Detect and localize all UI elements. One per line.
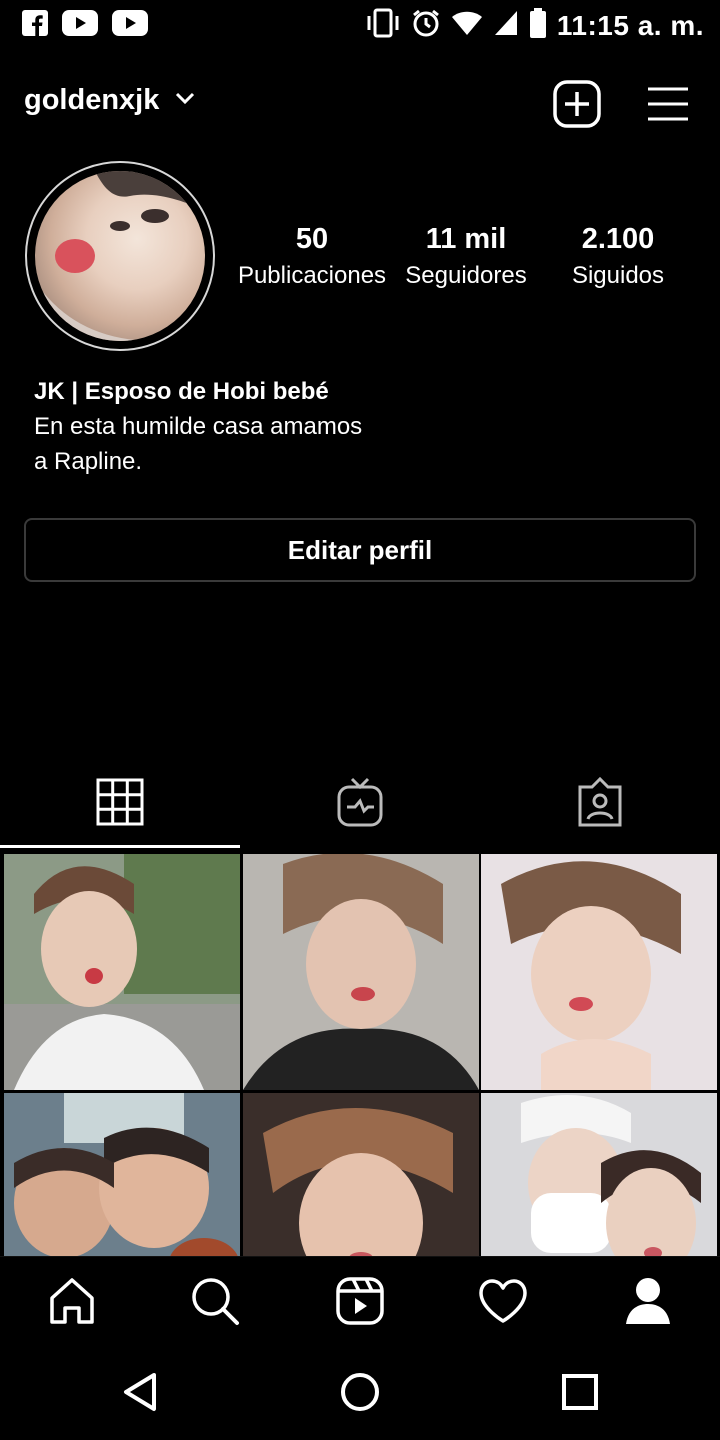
tab-grid[interactable]	[0, 760, 240, 848]
clock-time: 11:15 a. m.	[556, 9, 704, 41]
igtv-icon	[337, 777, 383, 832]
nav-home[interactable]	[42, 1275, 102, 1331]
edit-profile-button[interactable]: Editar perfil	[24, 518, 696, 582]
profile-tabs	[0, 760, 720, 848]
home-icon	[47, 1276, 97, 1331]
followers-label: Seguidores	[405, 262, 527, 289]
profile-icon	[624, 1276, 672, 1331]
heart-icon	[478, 1278, 528, 1329]
post-thumbnail[interactable]	[481, 1093, 717, 1256]
post-thumbnail[interactable]	[481, 854, 717, 1090]
vibrate-icon	[365, 8, 401, 43]
facebook-icon	[22, 10, 48, 41]
stat-followers[interactable]: 11 mil Seguidores	[396, 220, 536, 294]
stat-following[interactable]: 2.100 Siguidos	[556, 220, 680, 294]
system-recents-button[interactable]	[552, 1368, 608, 1420]
posts-count: 50	[295, 223, 329, 255]
system-home-button[interactable]	[332, 1368, 388, 1420]
following-count: 2.100	[581, 223, 655, 255]
menu-icon[interactable]	[646, 86, 690, 127]
system-back-button[interactable]	[112, 1368, 168, 1420]
account-switcher[interactable]: goldenxjk	[24, 84, 195, 117]
stat-posts[interactable]: 50 Publicaciones	[236, 220, 388, 294]
profile-header: goldenxjk	[0, 70, 720, 140]
post-thumbnail[interactable]	[243, 854, 479, 1090]
following-label: Siguidos	[571, 262, 665, 289]
tab-tagged[interactable]	[480, 760, 720, 848]
home-circle-icon	[339, 1371, 381, 1418]
add-post-icon[interactable]	[553, 80, 601, 133]
avatar	[35, 171, 205, 341]
back-icon	[120, 1371, 160, 1418]
nav-search[interactable]	[185, 1275, 245, 1331]
post-thumbnail[interactable]	[4, 1093, 240, 1256]
reels-icon	[335, 1276, 385, 1331]
profile-avatar-ring[interactable]	[25, 161, 215, 351]
post-thumbnail[interactable]	[243, 1093, 479, 1256]
bio-text-line: a Rapline.	[34, 448, 143, 475]
nav-reels[interactable]	[330, 1275, 390, 1331]
nav-activity[interactable]	[473, 1275, 533, 1331]
signal-icon	[493, 9, 519, 42]
search-icon	[190, 1276, 240, 1331]
bio-text-line: En esta humilde casa amamos	[34, 413, 363, 440]
bio-name: JK | Esposo de Hobi bebé	[34, 378, 329, 405]
tagged-icon	[576, 776, 624, 832]
status-bar: 11:15 a. m.	[0, 0, 720, 52]
youtube-icon	[62, 10, 98, 41]
posts-grid	[0, 851, 720, 1256]
posts-label: Publicaciones	[237, 262, 387, 289]
nav-profile[interactable]	[618, 1275, 678, 1331]
youtube-icon	[112, 10, 148, 41]
tab-igtv[interactable]	[240, 760, 480, 848]
battery-icon	[529, 8, 547, 43]
profile-bio: JK | Esposo de Hobi bebé En esta humilde…	[34, 374, 674, 479]
grid-icon	[96, 778, 144, 831]
followers-count: 11 mil	[425, 223, 507, 255]
chevron-down-icon	[175, 91, 195, 110]
username: goldenxjk	[24, 84, 160, 116]
alarm-icon	[411, 8, 441, 43]
post-thumbnail[interactable]	[4, 854, 240, 1090]
recents-icon	[561, 1373, 599, 1416]
system-navigation	[0, 1346, 720, 1440]
bottom-navigation	[0, 1256, 720, 1346]
active-tab-indicator	[0, 845, 240, 848]
wifi-icon	[451, 9, 483, 42]
